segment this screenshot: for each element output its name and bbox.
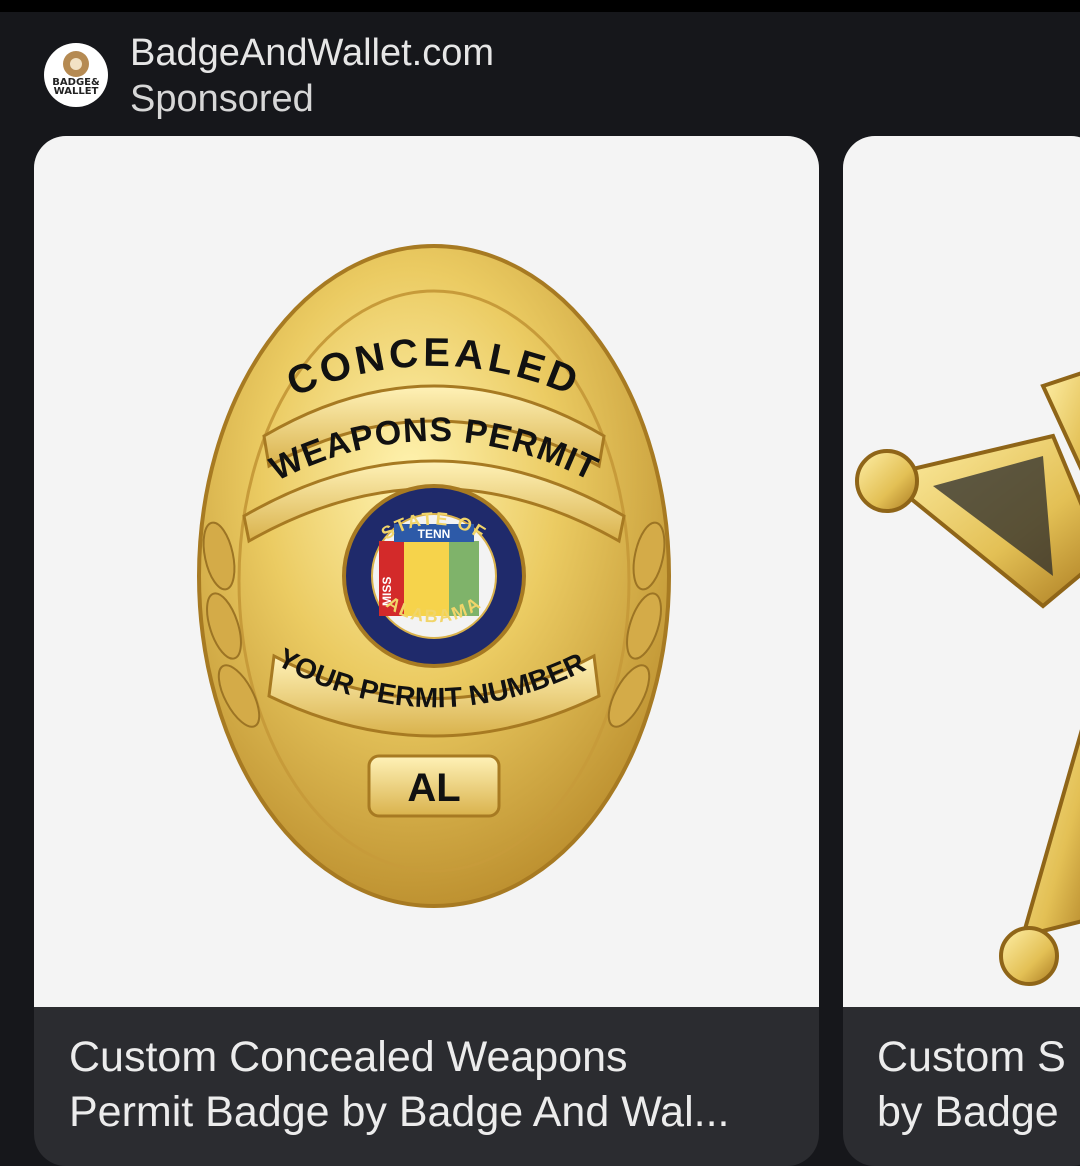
coin-icon bbox=[63, 51, 89, 77]
sponsored-label: Sponsored bbox=[130, 78, 314, 120]
card-title-line2[interactable]: by Badge bbox=[877, 1085, 1080, 1140]
logo-wordmark: BADGE& WALLET bbox=[52, 77, 100, 97]
advertiser-logo[interactable]: BADGE& WALLET bbox=[44, 43, 108, 107]
product-card[interactable]: CONCEALED WEAPONS PERMIT TENN MISS STATE… bbox=[34, 136, 819, 1166]
card-title-line1[interactable]: Custom S bbox=[877, 1030, 1080, 1085]
badge-image: CONCEALED WEAPONS PERMIT TENN MISS STATE… bbox=[197, 244, 671, 908]
card-title-line1[interactable]: Custom Concealed Weapons bbox=[69, 1030, 809, 1085]
product-image[interactable]: CONCEALED WEAPONS PERMIT TENN MISS STATE… bbox=[34, 136, 819, 1007]
ad-header: BADGE& WALLET BadgeAndWallet.com Sponsore… bbox=[0, 12, 1080, 136]
advertiser-name[interactable]: BadgeAndWallet.com bbox=[130, 32, 494, 75]
product-card[interactable]: Custom S by Badge bbox=[843, 136, 1080, 1166]
status-bar bbox=[0, 0, 1080, 12]
product-image[interactable] bbox=[843, 136, 1080, 1007]
plate-text: AL bbox=[407, 766, 460, 810]
card-title-line2[interactable]: Permit Badge by Badge And Wal... bbox=[69, 1085, 809, 1140]
star-badge-image bbox=[855, 371, 1080, 986]
